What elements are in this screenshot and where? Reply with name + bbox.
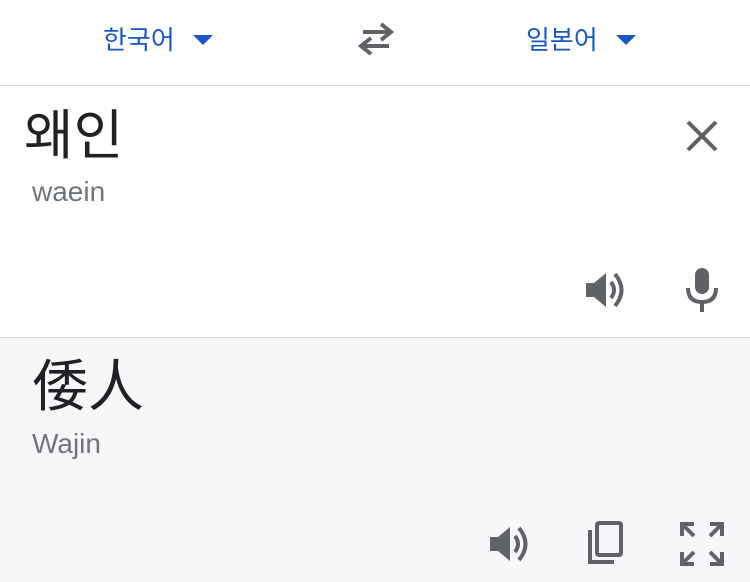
copy-translation-button[interactable]: [584, 520, 626, 566]
fullscreen-button[interactable]: [680, 522, 724, 566]
source-text[interactable]: 왜인: [24, 106, 123, 166]
swap-languages-button[interactable]: [355, 20, 397, 56]
translation-listen-button[interactable]: [486, 522, 534, 566]
source-input-panel[interactable]: 왜인 waein: [0, 86, 750, 338]
clear-input-button[interactable]: [682, 116, 722, 156]
translated-transliteration: Wajin: [32, 428, 101, 459]
speaker-icon: [586, 272, 624, 308]
copy-icon: [588, 521, 623, 564]
source-listen-button[interactable]: [582, 268, 630, 312]
target-language-label: 일본어: [526, 25, 598, 56]
translated-text: 倭人: [32, 355, 144, 420]
dropdown-caret-icon: [192, 35, 213, 45]
dropdown-caret-icon: [615, 35, 636, 45]
source-language-selector[interactable]: 한국어: [103, 18, 213, 58]
swap-arrows-icon: [357, 22, 395, 56]
microphone-icon: [686, 268, 718, 312]
fullscreen-icon: [680, 522, 724, 566]
source-transliteration: waein: [32, 176, 106, 207]
target-language-selector[interactable]: 일본어: [526, 18, 636, 58]
source-language-label: 한국어: [103, 25, 175, 56]
close-icon: [686, 120, 718, 152]
microphone-button[interactable]: [682, 266, 722, 314]
speaker-icon: [490, 526, 528, 562]
translation-output-panel: 倭人 Wajin: [0, 338, 750, 582]
language-bar: 한국어 일본어: [0, 0, 750, 86]
